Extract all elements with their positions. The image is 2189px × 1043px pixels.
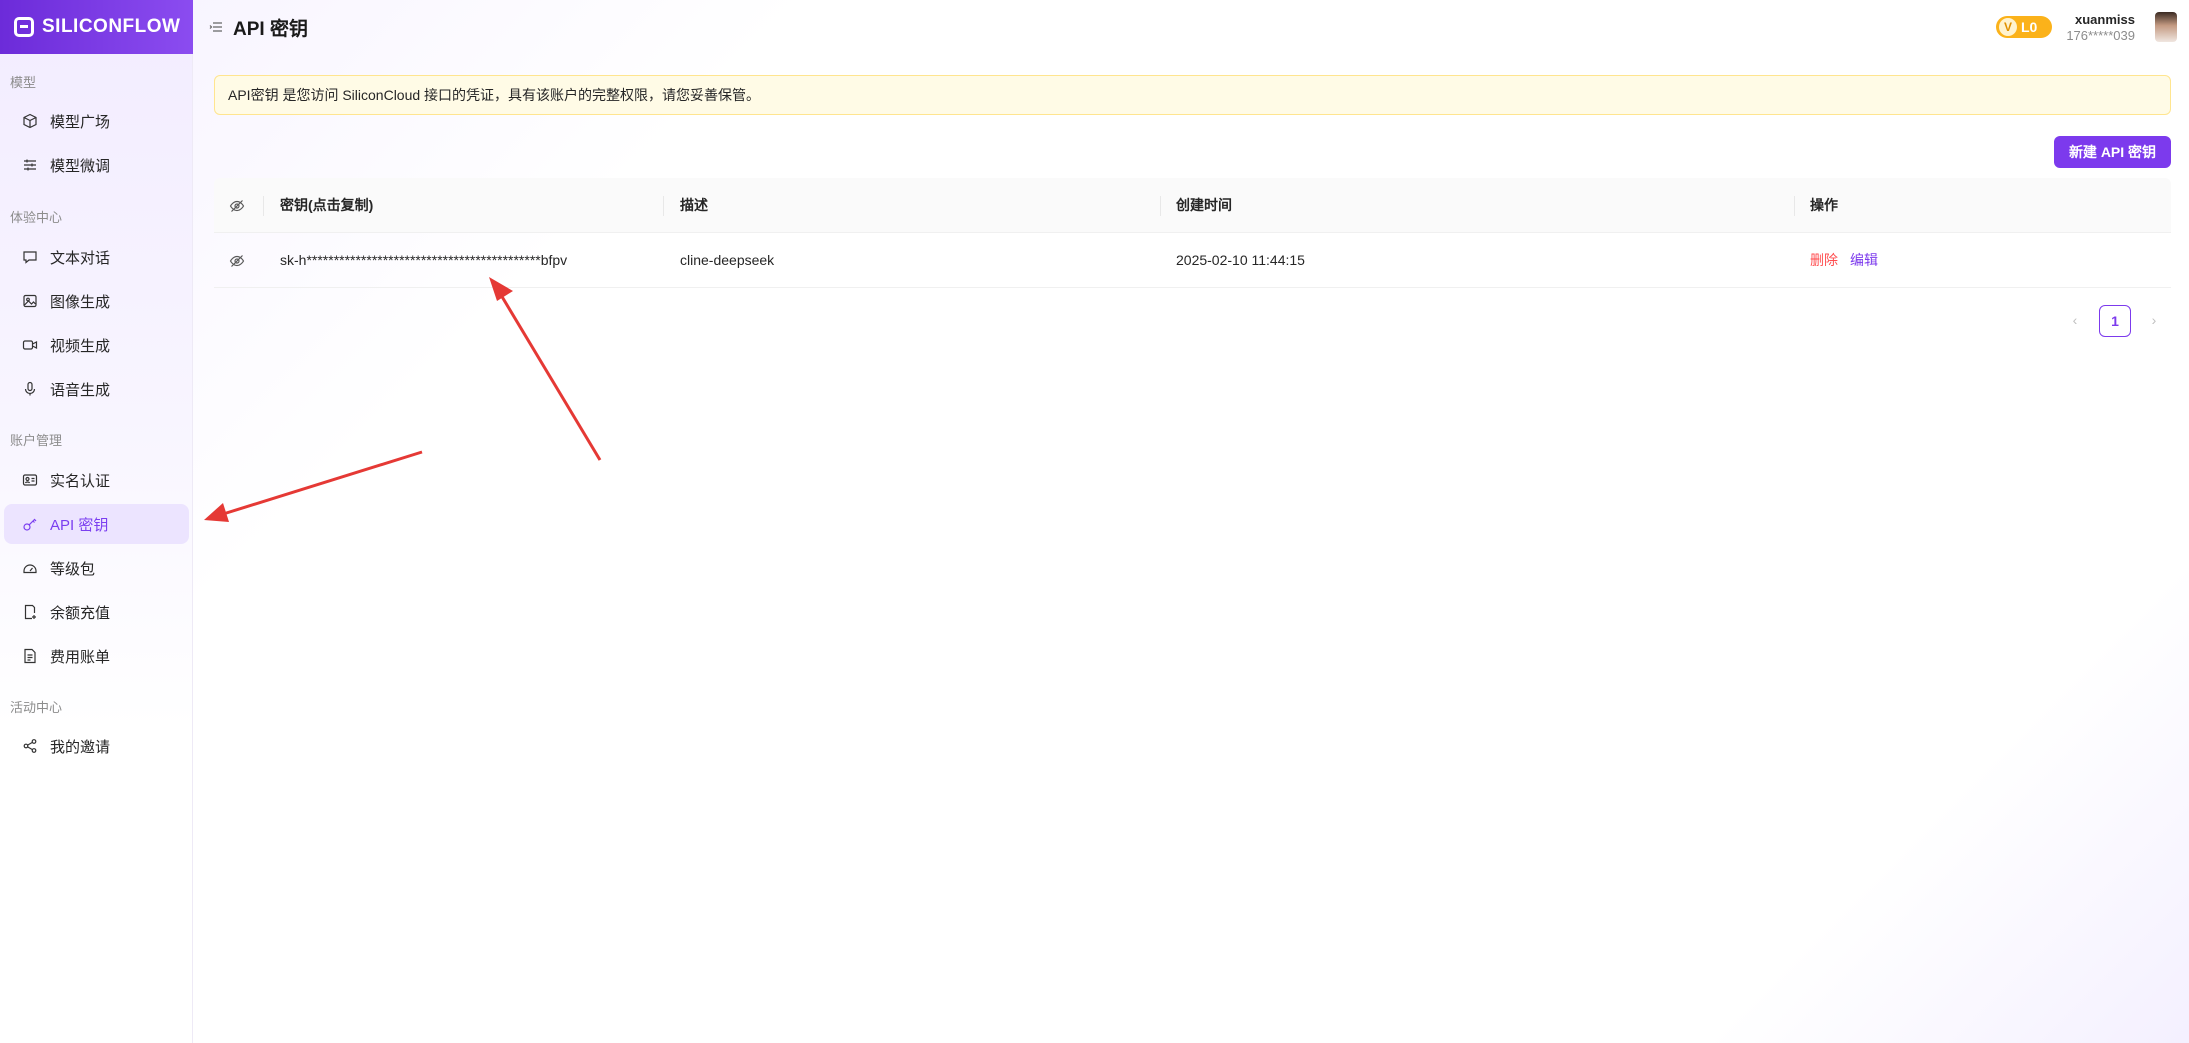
pagination-page-1[interactable]: 1 xyxy=(2099,305,2131,337)
avatar[interactable] xyxy=(2155,12,2177,42)
microphone-icon xyxy=(22,381,38,397)
level-label: L0 xyxy=(2021,19,2038,35)
sidebar-item-verification[interactable]: 实名认证 xyxy=(4,460,189,500)
pagination-prev-icon[interactable]: ‹ xyxy=(2067,310,2083,330)
sidebar-item-image-gen[interactable]: 图像生成 xyxy=(4,281,189,321)
column-header-actions: 操作 xyxy=(1810,197,1838,213)
section-label-models: 模型 xyxy=(10,75,37,90)
sidebar-item-text-chat[interactable]: 文本对话 xyxy=(4,237,189,277)
api-key-notice: API密钥 是您访问 SiliconCloud 接口的凭证，具有该账户的完整权限… xyxy=(214,75,2171,115)
menu-collapse-icon[interactable] xyxy=(209,20,223,34)
sidebar-item-model-square[interactable]: 模型广场 xyxy=(4,101,189,141)
sidebar-item-api-keys[interactable]: API 密钥 xyxy=(4,504,189,544)
sidebar-item-model-finetune[interactable]: 模型微调 xyxy=(4,145,189,185)
key-created-time: 2025-02-10 11:44:15 xyxy=(1176,252,1305,268)
arrow-to-api-key xyxy=(489,277,602,461)
sidebar-item-label: 模型微调 xyxy=(50,157,111,175)
toggle-all-visibility-icon[interactable] xyxy=(229,198,245,214)
user-phone: 176*****039 xyxy=(2066,28,2135,43)
row-actions: 删除 编辑 xyxy=(1810,233,1878,288)
section-label-playground: 体验中心 xyxy=(10,210,63,225)
siliconflow-logo-icon xyxy=(14,17,34,37)
column-header-description: 描述 xyxy=(680,197,708,213)
recharge-icon xyxy=(22,604,38,620)
sidebar-item-video-gen[interactable]: 视频生成 xyxy=(4,325,189,365)
sidebar-item-label: 余额充值 xyxy=(50,604,111,622)
sidebar-item-label: 图像生成 xyxy=(50,293,111,311)
annotation-arrows xyxy=(204,277,602,522)
cube-icon xyxy=(22,113,38,129)
column-divider xyxy=(263,196,264,216)
table-header-row: 密钥(点击复制) 描述 创建时间 操作 xyxy=(214,178,2171,233)
level-v-icon: V xyxy=(1999,18,2017,36)
table-row: sk-h************************************… xyxy=(214,233,2171,288)
sidebar-item-recharge[interactable]: 余额充值 xyxy=(4,592,189,632)
sidebar-item-label: 等级包 xyxy=(50,560,96,578)
bill-icon xyxy=(22,648,38,664)
sidebar-item-label: 我的邀请 xyxy=(50,738,111,756)
new-api-key-button[interactable]: 新建 API 密钥 xyxy=(2054,136,2171,168)
sidebar-item-billing[interactable]: 费用账单 xyxy=(4,636,189,676)
sidebar-item-invitations[interactable]: 我的邀请 xyxy=(4,726,189,766)
brand-name: SILICONFLOW xyxy=(42,16,181,37)
video-icon xyxy=(22,337,38,353)
sidebar-item-level-package[interactable]: 等级包 xyxy=(4,548,189,588)
edit-key-button[interactable]: 编辑 xyxy=(1850,252,1878,268)
sidebar-item-label: API 密钥 xyxy=(50,516,109,534)
sidebar-item-audio-gen[interactable]: 语音生成 xyxy=(4,369,189,409)
pagination-next-icon[interactable]: › xyxy=(2146,310,2162,330)
gauge-icon xyxy=(22,560,38,576)
section-label-account: 账户管理 xyxy=(10,433,63,448)
username[interactable]: xuanmiss xyxy=(2075,12,2135,27)
sidebar-item-label: 实名认证 xyxy=(50,472,111,490)
share-icon xyxy=(22,738,38,754)
section-label-activity: 活动中心 xyxy=(10,700,63,715)
key-icon xyxy=(22,516,38,532)
column-header-created: 创建时间 xyxy=(1176,197,1232,213)
api-key-value[interactable]: sk-h************************************… xyxy=(280,233,567,288)
top-header: API 密钥 V L0 xuanmiss 176*****039 xyxy=(193,0,2189,54)
sliders-icon xyxy=(22,157,38,173)
sidebar-item-label: 视频生成 xyxy=(50,337,111,355)
page-title: API 密钥 xyxy=(233,19,308,40)
sidebar-item-label: 模型广场 xyxy=(50,113,111,131)
level-badge[interactable]: V L0 xyxy=(1996,16,2052,38)
brand-header[interactable]: SILICONFLOW xyxy=(0,0,193,54)
arrow-to-sidebar-api-keys xyxy=(204,450,423,522)
sidebar-item-label: 费用账单 xyxy=(50,648,111,666)
chat-icon xyxy=(22,249,38,265)
column-divider xyxy=(1160,196,1161,216)
toggle-key-visibility-icon[interactable] xyxy=(229,253,245,269)
sidebar-item-label: 文本对话 xyxy=(50,249,111,267)
sidebar-item-label: 语音生成 xyxy=(50,381,111,399)
key-description: cline-deepseek xyxy=(680,252,775,268)
id-card-icon xyxy=(22,472,38,488)
image-icon xyxy=(22,293,38,309)
column-divider xyxy=(1794,196,1795,216)
delete-key-button[interactable]: 删除 xyxy=(1810,252,1838,268)
column-header-key: 密钥(点击复制) xyxy=(280,197,374,213)
column-divider xyxy=(663,196,664,216)
api-keys-table: 密钥(点击复制) 描述 创建时间 操作 sk-h****************… xyxy=(214,178,2171,288)
sidebar: SILICONFLOW 模型 模型广场 模型微调 体验中心 文本对话 图像生成 … xyxy=(0,0,193,1043)
